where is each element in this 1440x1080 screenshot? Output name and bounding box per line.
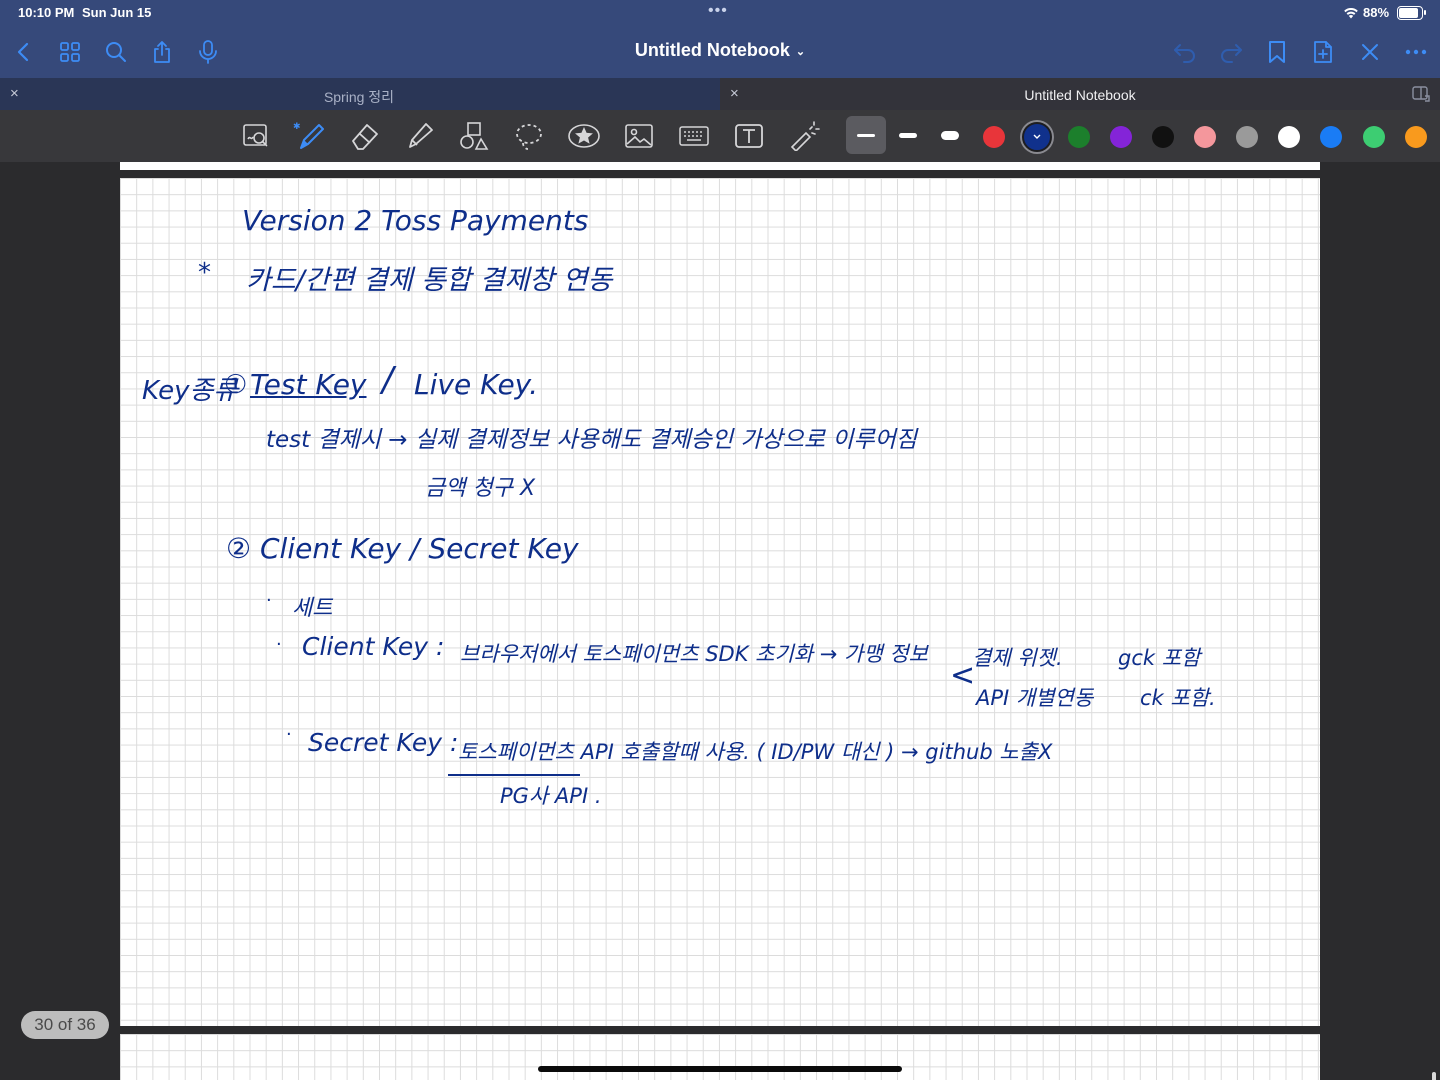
status-time: 10:10 PM [18,5,75,20]
stroke-medium-icon[interactable] [899,133,917,138]
pen-icon[interactable]: ✱ [293,120,327,152]
drawing-toolbar: ✱ [0,110,1440,162]
scrollbar-thumb[interactable] [1432,1072,1436,1080]
battery-nub [1424,10,1426,15]
close-icon[interactable] [1354,36,1386,68]
svg-text:✱: ✱ [293,122,301,132]
more-icon[interactable] [1400,36,1432,68]
wifi-icon [1343,6,1359,24]
handwriting-line: 결제 위젯. [972,646,1063,670]
color-swatch-gray[interactable] [1236,126,1258,148]
stroke-thin-icon[interactable] [857,134,875,137]
navigation-bar: Untitled Notebook ⌄ [0,26,1440,78]
handwriting-client-key-label: Client Key : [302,632,445,661]
color-swatch-pink[interactable] [1194,126,1216,148]
tab-untitled-notebook[interactable]: × Untitled Notebook [720,78,1440,110]
handwriting-line: 세트 [292,596,333,621]
stroke-thick-icon[interactable] [941,131,959,140]
status-bar: 10:10 PM Sun Jun 15 ••• 88% [0,0,1440,26]
color-swatch-green[interactable] [1068,126,1090,148]
image-icon[interactable] [622,120,656,152]
lasso-icon[interactable] [512,120,546,152]
laser-pointer-icon[interactable] [787,120,821,152]
tab-label[interactable]: Untitled Notebook [720,87,1440,103]
elements-icon[interactable] [567,120,601,152]
zoom-window-icon[interactable] [239,120,273,152]
color-swatch-light-green[interactable] [1363,126,1385,148]
split-view-icon[interactable] [1412,86,1430,107]
eraser-icon[interactable] [348,120,382,152]
handwriting-line: test 결제시 → 실제 결제정보 사용해도 결제승인 가상으로 이루어짐 [266,427,917,453]
color-swatch-orange[interactable] [1405,126,1427,148]
home-indicator[interactable] [538,1066,902,1072]
handwriting-number: ① [224,370,248,400]
bullet-dot: · [266,590,272,611]
page-indicator[interactable]: 30 of 36 [21,1011,109,1039]
bullet-dot: · [286,724,292,745]
notebook-title-text[interactable]: Untitled Notebook [635,40,790,60]
undo-icon[interactable] [1169,36,1201,68]
handwriting-secret-key-label: Secret Key : [308,728,459,757]
tab-label[interactable]: Spring 정리 [0,87,718,107]
chevron-down-icon[interactable]: ⌄ [796,46,805,58]
previous-page-edge [120,162,1320,170]
bookmark-icon[interactable] [1261,36,1293,68]
handwriting-line: Version 2 Toss Payments [242,204,589,237]
notebook-page[interactable]: Version 2 Toss Payments * 카드/간편 결제 통합 결제… [120,178,1320,1026]
color-swatch-purple[interactable] [1110,126,1132,148]
bullet-dot: · [276,634,282,655]
keyboard-icon[interactable] [677,120,711,152]
handwriting-line: 브라우저에서 토스페이먼츠 SDK 초기화 → 가맹 정보 [460,642,928,666]
handwriting-underline [448,774,580,776]
notebook-canvas[interactable]: Version 2 Toss Payments * 카드/간편 결제 통합 결제… [0,162,1440,1080]
battery-icon [1397,6,1423,20]
next-page-preview[interactable] [120,1034,1320,1080]
color-swatch-blue[interactable] [1320,126,1342,148]
color-swatch-white[interactable] [1278,126,1300,148]
battery-percentage: 88% [1363,5,1390,20]
status-date: Sun Jun 15 [82,5,152,20]
multitasking-dots[interactable]: ••• [708,2,728,20]
handwriting-test-key: Test Key [250,368,367,401]
handwriting-line: ck 포함. [1140,686,1216,710]
tab-bar: × Spring 정리 × Untitled Notebook [0,78,1440,110]
handwriting-line: 카드/간편 결제 통합 결제창 연동 [246,265,613,296]
handwriting-line: 토스페이먼츠 API 호출할때 사용. ( ID/PW 대신 ) → githu… [458,740,1053,764]
handwriting-line: ② Client Key / Secret Key [226,532,579,565]
handwriting-line: PG사 API . [500,784,602,808]
add-page-icon[interactable] [1307,36,1339,68]
color-swatch-red[interactable] [983,126,1005,148]
handwriting-slash: / [382,360,394,400]
handwriting-live-key: Live Key. [414,368,538,401]
star-bullet: * [198,258,211,288]
text-tool-icon[interactable] [732,120,766,152]
redo-icon[interactable] [1215,36,1247,68]
handwriting-line: gck 포함 [1118,646,1201,670]
tab-spring[interactable]: × Spring 정리 [0,78,718,110]
color-swatch-dark-blue-selected[interactable] [1022,122,1052,152]
shapes-icon[interactable] [457,120,491,152]
color-swatch-black[interactable] [1152,126,1174,148]
handwriting-line: API 개별연동 [976,686,1094,710]
handwriting-line: 금액 청구 X [425,476,536,501]
highlighter-icon[interactable] [403,120,437,152]
